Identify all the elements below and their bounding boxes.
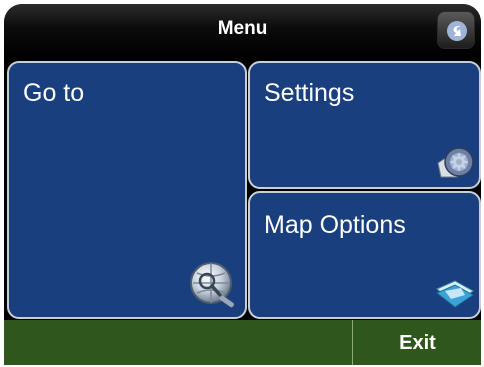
globe-magnifier-icon (190, 262, 234, 308)
exit-button[interactable]: Exit (354, 320, 481, 365)
map-options-tile[interactable]: Map Options (248, 191, 481, 319)
back-button[interactable] (437, 11, 475, 49)
settings-disc-icon (437, 147, 474, 178)
page-title: Menu (217, 18, 268, 39)
settings-label: Settings (264, 79, 355, 107)
bottom-bar-empty-area (4, 320, 353, 365)
title-bar: Menu (4, 4, 481, 56)
device-screen: Menu Go to Settings Map Options Exit (4, 4, 481, 365)
exit-label: Exit (399, 332, 436, 354)
back-arrow-icon (447, 21, 467, 41)
map-folder-icon (436, 280, 474, 308)
map-options-label: Map Options (264, 211, 406, 239)
goto-label: Go to (23, 79, 85, 107)
settings-tile[interactable]: Settings (248, 61, 481, 189)
bottom-bar: Exit (4, 320, 481, 365)
goto-tile[interactable]: Go to (7, 61, 247, 319)
